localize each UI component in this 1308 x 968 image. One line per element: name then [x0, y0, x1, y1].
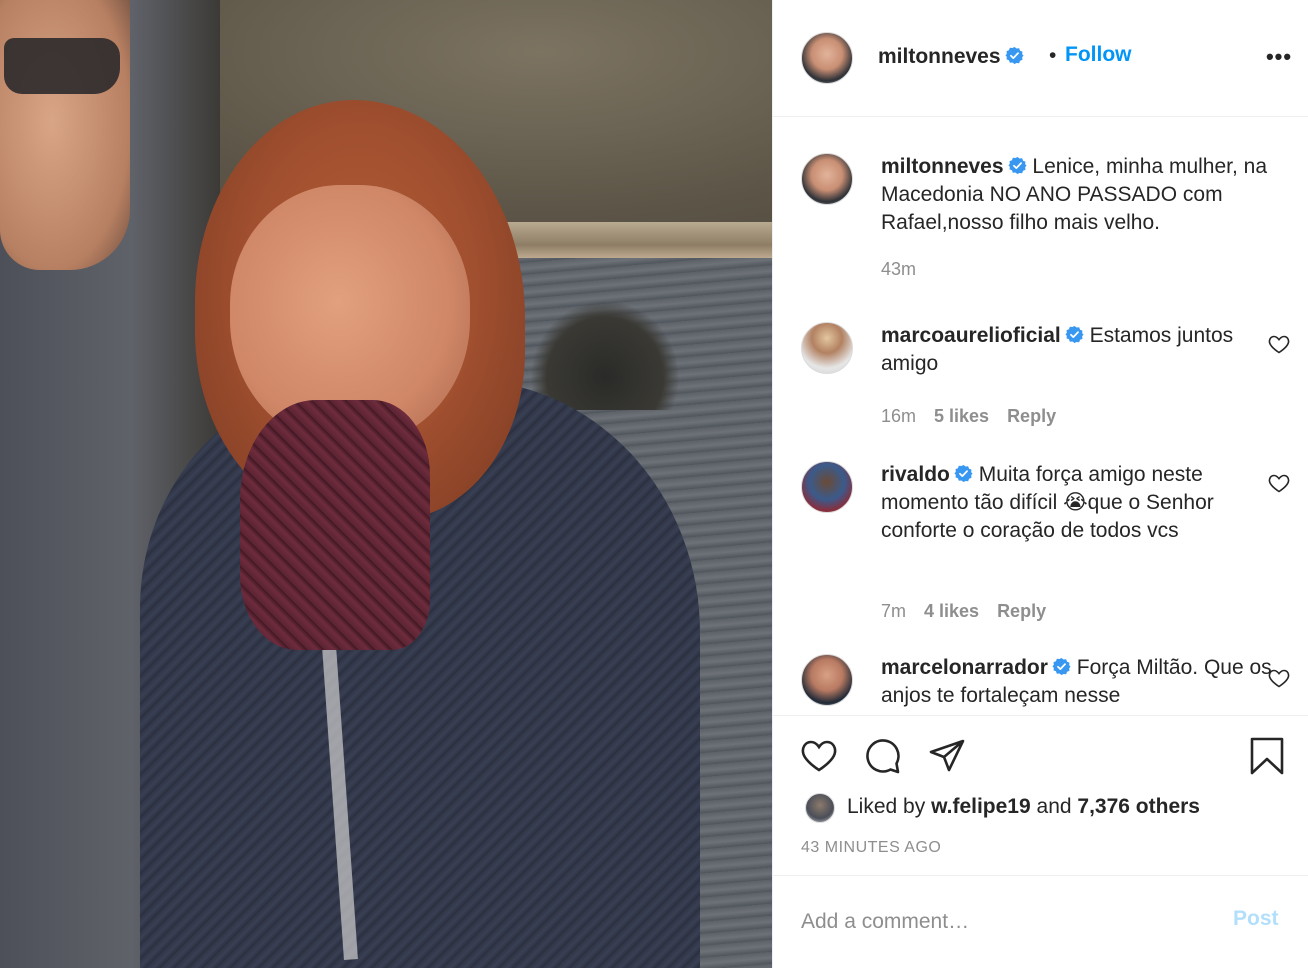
comment-username[interactable]: marcelonarrador: [881, 656, 1048, 679]
verified-badge-icon: [1005, 46, 1024, 65]
post-comment-button[interactable]: Post: [1233, 907, 1279, 931]
liked-by-prefix: Liked by: [847, 795, 926, 818]
share-paper-plane-icon[interactable]: [927, 736, 967, 776]
comment-username[interactable]: rivaldo: [881, 463, 950, 486]
comment-meta: 16m 5 likes Reply: [881, 406, 1074, 427]
post-photo[interactable]: [0, 0, 772, 968]
caption-avatar[interactable]: [801, 153, 853, 205]
reply-button[interactable]: Reply: [1007, 406, 1056, 426]
comment-body: marcoaurelioficial Estamos juntos amigo: [881, 322, 1277, 378]
add-comment-input[interactable]: [801, 904, 1201, 940]
verified-badge-icon: [1008, 156, 1027, 175]
verified-badge-icon: [954, 464, 973, 483]
liked-by-conj: and: [1036, 795, 1072, 818]
reply-button[interactable]: Reply: [997, 601, 1046, 621]
photo-lamp: [530, 300, 680, 410]
comment-username[interactable]: marcoaurelioficial: [881, 324, 1061, 347]
liked-by-text: Liked by w.felipe19 and 7,376 others: [847, 795, 1200, 819]
commenter-avatar[interactable]: [801, 322, 853, 374]
comment-time[interactable]: 7m: [881, 601, 906, 621]
photo-sunglasses: [4, 38, 120, 94]
follow-button[interactable]: Follow: [1065, 43, 1132, 67]
comment-body: marcelonarrador Força Miltão. Que os anj…: [881, 654, 1277, 710]
post-header: miltonneves • Follow •••: [773, 0, 1308, 117]
likes-count[interactable]: 7,376 others: [1077, 795, 1200, 818]
liker-username[interactable]: w.felipe19: [931, 795, 1031, 818]
commenter-avatar[interactable]: [801, 461, 853, 513]
verified-badge-icon: [1065, 325, 1084, 344]
header-separator-dot: •: [1049, 44, 1057, 67]
comment-body: rivaldo Muita força amigo neste momento …: [881, 461, 1277, 545]
like-heart-icon[interactable]: [799, 736, 839, 776]
comment-likes[interactable]: 5 likes: [934, 406, 989, 426]
post-side-panel: miltonneves • Follow ••• miltonneves Len…: [772, 0, 1308, 968]
post-actions: Liked by w.felipe19 and 7,376 others 43 …: [773, 715, 1308, 875]
caption-body: miltonneves Lenice, minha mulher, na Mac…: [881, 153, 1277, 237]
like-comment-heart-icon[interactable]: [1267, 332, 1291, 356]
like-comment-heart-icon[interactable]: [1267, 666, 1291, 690]
author-avatar[interactable]: [801, 32, 853, 84]
photo-scarf: [240, 400, 430, 650]
verified-badge-icon: [1052, 657, 1071, 676]
post-timestamp[interactable]: 43 MINUTES AGO: [801, 839, 941, 857]
comment-time[interactable]: 16m: [881, 406, 916, 426]
save-bookmark-icon[interactable]: [1247, 736, 1287, 776]
comment-likes[interactable]: 4 likes: [924, 601, 979, 621]
comment-meta: 7m 4 likes Reply: [881, 601, 1064, 622]
more-options-icon[interactable]: •••: [1259, 44, 1299, 74]
caption-meta: 43m: [881, 259, 934, 280]
commenter-avatar[interactable]: [801, 654, 853, 706]
caption-username[interactable]: miltonneves: [881, 155, 1004, 178]
comment-bubble-icon[interactable]: [863, 736, 903, 776]
add-comment-bar: Post: [773, 875, 1308, 968]
liker-avatar[interactable]: [805, 793, 835, 823]
author-username[interactable]: miltonneves: [878, 45, 1024, 69]
caption-time[interactable]: 43m: [881, 259, 916, 279]
comments-list[interactable]: miltonneves Lenice, minha mulher, na Mac…: [773, 117, 1308, 715]
like-comment-heart-icon[interactable]: [1267, 471, 1291, 495]
crying-emoji: 😭: [1063, 491, 1088, 514]
